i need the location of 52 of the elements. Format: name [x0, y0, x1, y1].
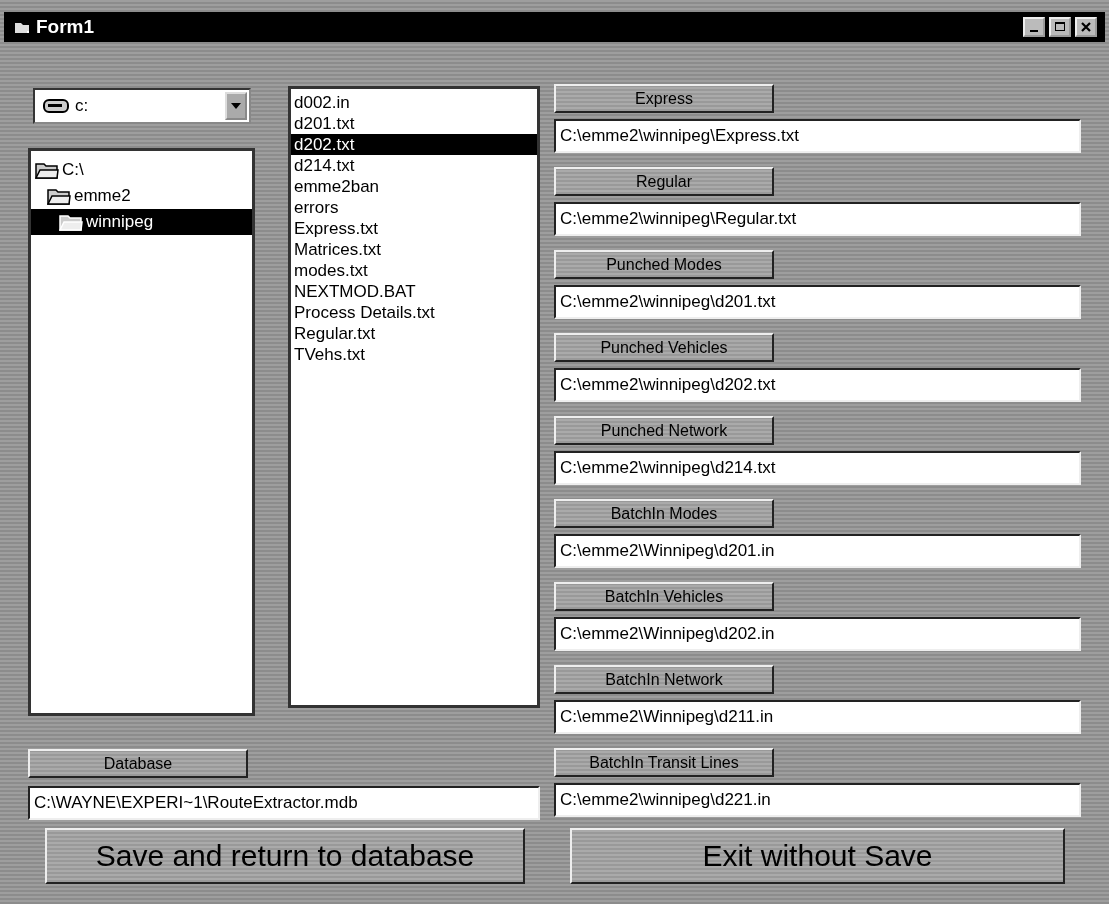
file-item[interactable]: emme2ban: [291, 176, 537, 197]
file-type-button[interactable]: Punched Modes: [554, 250, 774, 279]
file-path-field[interactable]: C:\emme2\Winnipeg\d202.in: [554, 617, 1081, 651]
drive-value: c:: [75, 96, 89, 116]
file-item[interactable]: modes.txt: [291, 260, 537, 281]
file-item[interactable]: Regular.txt: [291, 323, 537, 344]
file-item[interactable]: d202.txt: [291, 134, 537, 155]
folder-item[interactable]: emme2: [31, 183, 252, 209]
file-path-field[interactable]: C:\emme2\winnipeg\Express.txt: [554, 119, 1081, 153]
file-type-button[interactable]: BatchIn Transit Lines: [554, 748, 774, 777]
database-button[interactable]: Database: [28, 749, 248, 778]
file-path-field[interactable]: C:\emme2\winnipeg\d201.txt: [554, 285, 1081, 319]
folder-icon: [35, 161, 59, 179]
window-title: Form1: [36, 16, 95, 38]
file-type-button[interactable]: Regular: [554, 167, 774, 196]
file-path-field[interactable]: C:\emme2\winnipeg\d214.txt: [554, 451, 1081, 485]
file-type-button[interactable]: BatchIn Modes: [554, 499, 774, 528]
file-path-field[interactable]: C:\emme2\Winnipeg\d201.in: [554, 534, 1081, 568]
folder-item[interactable]: C:\: [31, 157, 252, 183]
maximize-button[interactable]: [1049, 17, 1071, 37]
close-icon: [1080, 21, 1092, 33]
file-path-field[interactable]: C:\emme2\winnipeg\d221.in: [554, 783, 1081, 817]
folder-icon: [59, 213, 83, 231]
file-type-button[interactable]: Express: [554, 84, 774, 113]
save-button[interactable]: Save and return to database: [45, 828, 525, 884]
file-type-button[interactable]: BatchIn Vehicles: [554, 582, 774, 611]
file-item[interactable]: d201.txt: [291, 113, 537, 134]
folder-icon: [47, 187, 71, 205]
file-item[interactable]: d002.in: [291, 92, 537, 113]
file-item[interactable]: Matrices.txt: [291, 239, 537, 260]
file-type-button[interactable]: Punched Vehicles: [554, 333, 774, 362]
file-item[interactable]: Process Details.txt: [291, 302, 537, 323]
file-item[interactable]: Express.txt: [291, 218, 537, 239]
file-type-button[interactable]: Punched Network: [554, 416, 774, 445]
database-path-field[interactable]: C:\WAYNE\EXPERI~1\RouteExtractor.mdb: [28, 786, 540, 820]
exit-button[interactable]: Exit without Save: [570, 828, 1065, 884]
drive-dropdown[interactable]: c:: [33, 88, 251, 124]
file-item[interactable]: d214.txt: [291, 155, 537, 176]
file-item[interactable]: errors: [291, 197, 537, 218]
file-path-field[interactable]: C:\emme2\Winnipeg\d211.in: [554, 700, 1081, 734]
folder-item[interactable]: winnipeg: [31, 209, 252, 235]
app-icon: [14, 20, 30, 34]
minimize-icon: [1030, 29, 1038, 32]
minimize-button[interactable]: [1023, 17, 1045, 37]
file-path-field[interactable]: C:\emme2\winnipeg\d202.txt: [554, 368, 1081, 402]
file-path-field[interactable]: C:\emme2\winnipeg\Regular.txt: [554, 202, 1081, 236]
close-button[interactable]: [1075, 17, 1097, 37]
file-item[interactable]: NEXTMOD.BAT: [291, 281, 537, 302]
file-type-button[interactable]: BatchIn Network: [554, 665, 774, 694]
drive-icon: [43, 99, 69, 113]
file-item[interactable]: TVehs.txt: [291, 344, 537, 365]
maximize-icon: [1054, 21, 1066, 33]
